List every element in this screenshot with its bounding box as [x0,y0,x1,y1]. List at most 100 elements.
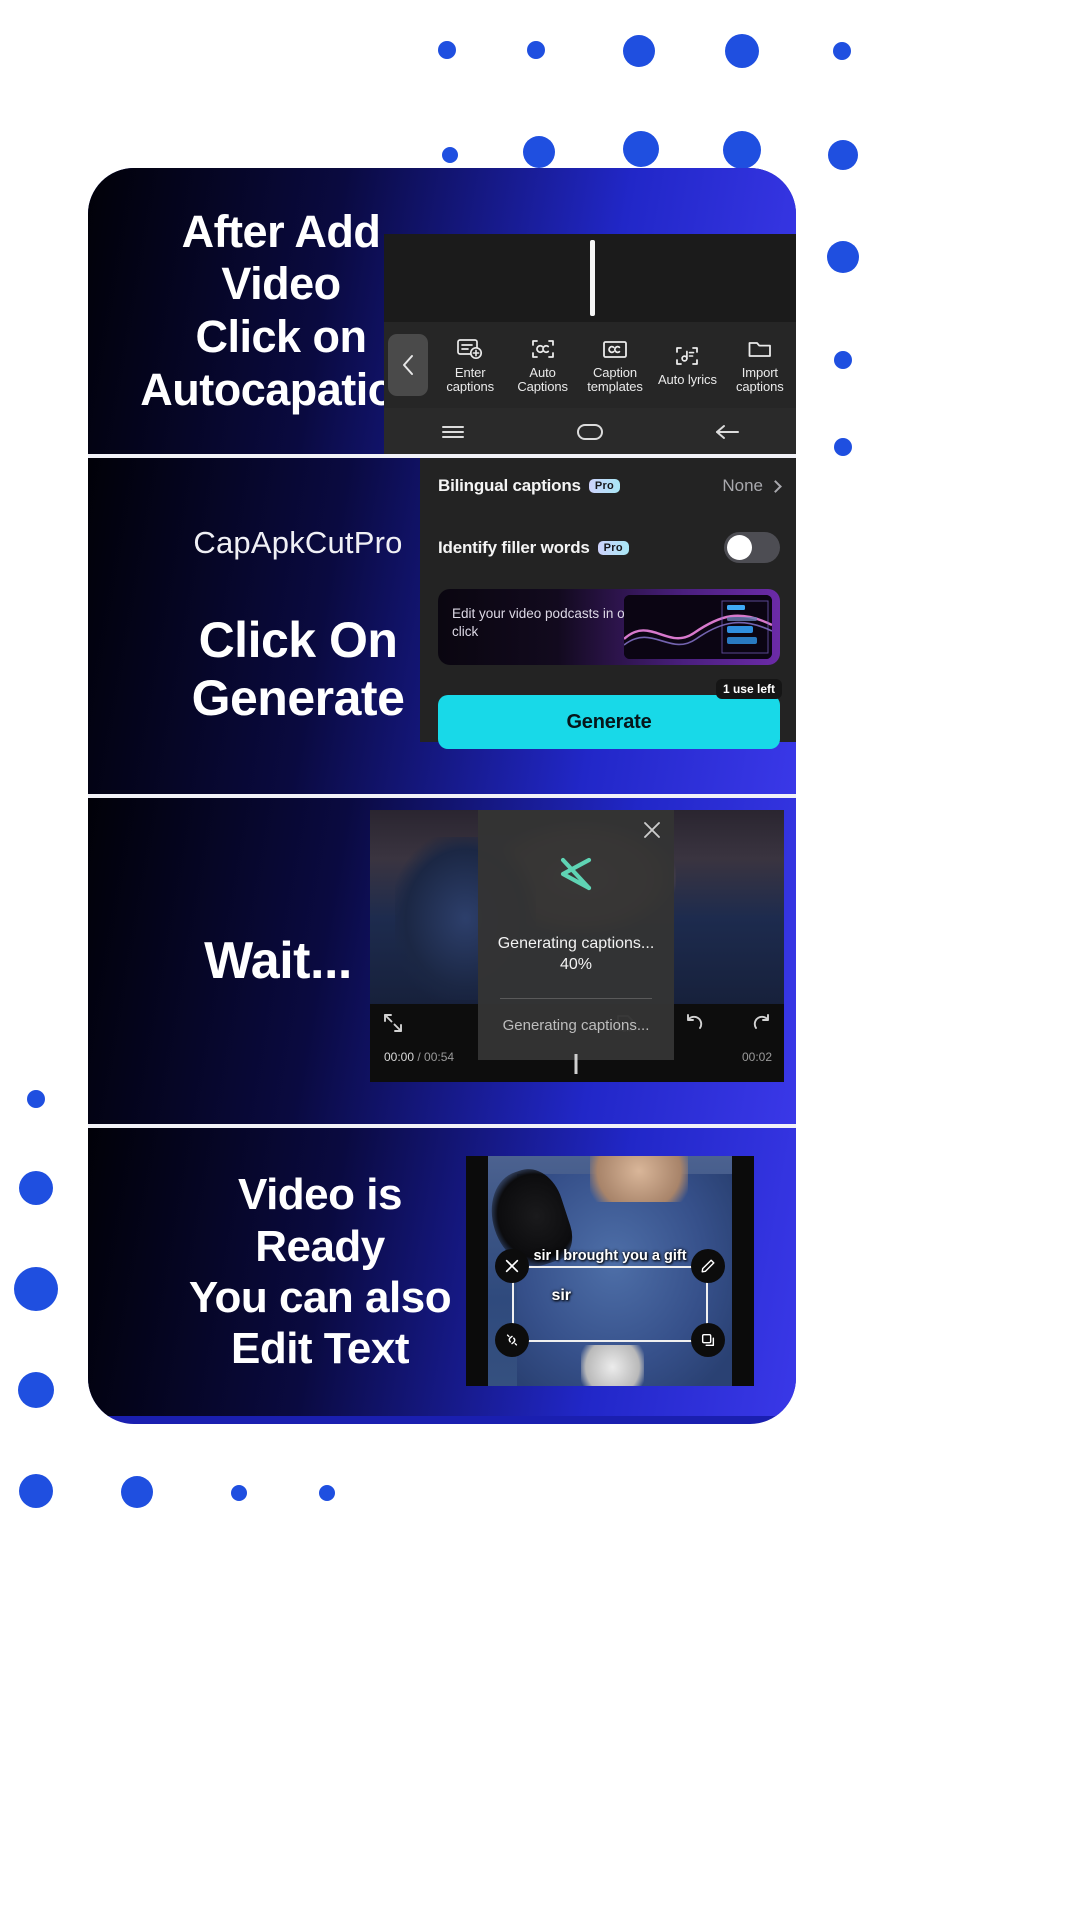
auto-captions-icon [529,337,557,361]
home-icon [576,424,603,440]
setting-label: Identify filler words [438,537,590,557]
dialog-subtext: Generating captions... [502,1016,650,1034]
decorative-dot [834,351,852,369]
headline-line: Edit Text [230,1324,410,1374]
time-separator: / [414,1050,425,1064]
dialog-divider [500,997,652,999]
selection-line-top [512,1266,708,1269]
decorative-dot [19,1171,53,1205]
capcut-logo-icon [549,854,603,896]
promo-artwork [624,595,772,659]
resize-handle[interactable] [690,1323,725,1357]
video-hand [580,1344,645,1386]
broken-link-icon [507,1334,518,1346]
pencil-icon [701,1259,715,1273]
setting-label-group: Identify filler words Pro [438,538,629,558]
tool-caption-templates[interactable]: Caption templates [579,337,651,394]
promo-text: Edit your video podcasts in one click [452,606,640,640]
edit-text-handle[interactable] [690,1249,725,1284]
decorative-dot [827,241,859,273]
toggle-knob [727,535,752,560]
tutorial-card: After Add Video Click on Autocapation En… [88,168,796,1424]
auto-captions-sheet: Bilingual captions Pro None Identify fil… [420,458,796,749]
setting-label-group: Bilingual captions Pro [438,476,621,496]
step-2-panel: CapApkCutPro Click On Generate Bilingual… [88,454,796,794]
video-subject-head [590,1156,689,1202]
close-icon[interactable] [642,820,662,840]
podcast-promo-banner[interactable]: Edit your video podcasts in one click [438,589,780,665]
decorative-dot [527,41,545,59]
tool-label: Enter captions [446,364,495,394]
headline-line: Click On [198,611,398,668]
brand-watermark: CapApkCutPro [193,524,403,560]
headline-line: Ready [255,1221,385,1271]
home-button[interactable] [560,417,620,447]
decorative-dot [833,42,851,60]
total-time: 00:54 [424,1050,455,1064]
decorative-dot [438,41,456,59]
generating-captions-dialog: Generating captions... 40% Generating ca… [478,810,674,1074]
decorative-dot [319,1485,335,1501]
poster-root: After Add Video Click on Autocapation En… [0,0,1080,1920]
tool-import-captions[interactable]: Import captions [724,337,796,394]
generate-button[interactable]: Generate [438,695,780,749]
headline-line: Wait... [204,931,352,990]
tool-label: Auto lyrics [657,371,717,387]
tool-label: Auto Captions [517,364,568,394]
import-captions-icon [746,337,774,361]
back-button[interactable] [697,417,757,447]
resize-icon [701,1333,714,1347]
fullscreen-icon[interactable] [382,1012,404,1034]
filler-words-toggle[interactable] [724,532,780,563]
dialog-status-text: Generating captions... 40% [498,934,655,976]
video-frame: sir I brought you a gift sir [488,1156,732,1386]
playback-time: 00:00 / 00:54 [384,1050,454,1064]
headline-line: After Add [181,205,381,257]
caption-templates-icon [601,337,629,361]
chevron-right-icon [769,479,782,493]
setting-value-group: None [722,476,782,496]
uses-left-badge: 1 use left [715,679,782,699]
step-1-panel: After Add Video Click on Autocapation En… [88,168,796,454]
decorative-dot [623,35,655,67]
setting-bilingual-captions[interactable]: Bilingual captions Pro None [438,476,782,496]
unlink-handle[interactable] [495,1323,530,1357]
toolbar-back-button[interactable] [388,334,428,396]
delete-text-handle[interactable] [495,1249,530,1284]
decorative-dot [14,1267,58,1311]
recents-button[interactable] [423,417,483,447]
tool-auto-lyrics[interactable]: Auto lyrics [651,344,723,387]
caption-primary-text: sir I brought you a gift [533,1248,687,1264]
setting-value: None [722,476,763,495]
dialog-handle [574,1054,578,1074]
undo-icon[interactable] [682,1012,706,1034]
close-icon [506,1260,519,1273]
redo-icon[interactable] [750,1012,774,1034]
recents-icon [441,426,464,438]
setting-identify-filler-words[interactable]: Identify filler words Pro [438,532,780,563]
tool-label: Import captions [736,364,784,394]
text-cursor-icon [590,240,595,316]
phone-screenshot-step-1: Enter captions Auto Captions Caption tem… [384,234,796,454]
tool-auto-captions[interactable]: Auto Captions [506,337,578,394]
tool-enter-captions[interactable]: Enter captions [434,337,506,394]
clip-time: 00:02 [741,1050,772,1064]
decorative-dot [442,147,458,163]
decorative-dot [18,1372,54,1408]
decorative-dot [231,1485,247,1501]
decorative-dot [723,131,761,169]
generate-button-wrap: Generate 1 use left [438,679,782,749]
selection-line-bottom [512,1340,708,1342]
headline-line: Video [221,258,341,310]
decorative-dot [623,131,659,167]
pro-badge: Pro [597,540,629,555]
enter-captions-icon [456,337,484,361]
dialog-progress-percent: 40% [559,955,592,973]
caption-secondary-text: sir [551,1287,572,1305]
decorative-dot [725,34,759,68]
back-arrow-icon [716,425,740,439]
chevron-left-icon [403,355,413,375]
headline-line: Autocapation [140,363,422,415]
video-preview-area [384,234,796,322]
decorative-dot [27,1090,45,1108]
